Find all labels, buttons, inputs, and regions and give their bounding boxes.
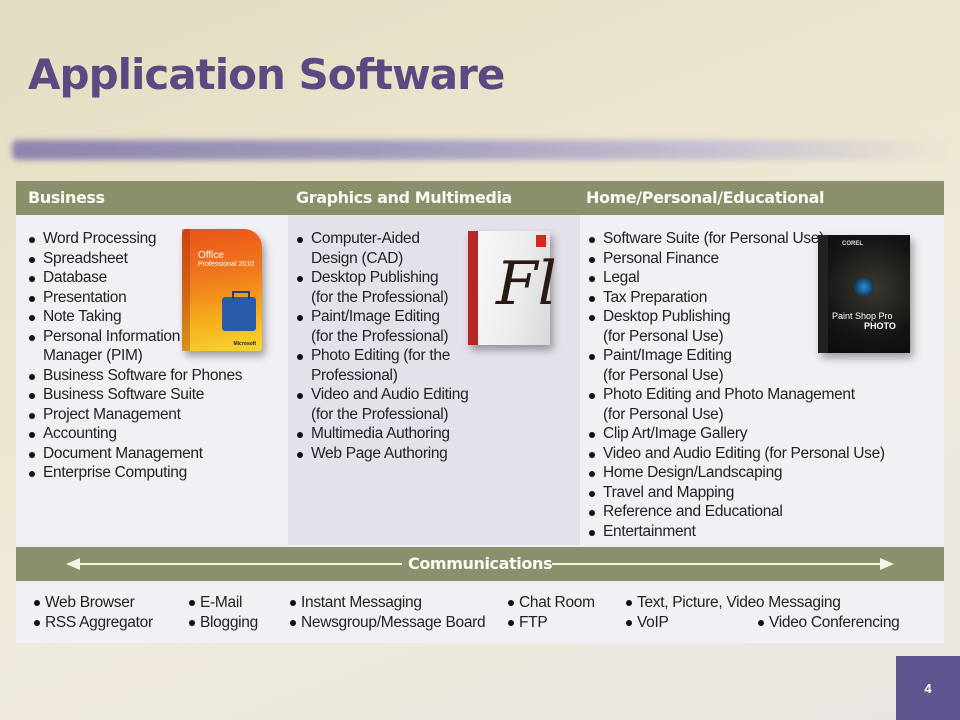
paintshop-box-label: Paint Shop Pro <box>832 311 893 321</box>
list-item: Enterprise Computing <box>28 463 242 483</box>
list-item: Document Management <box>28 444 242 464</box>
list-item: Business Software for Phones <box>28 366 243 386</box>
list-item: Business Software Suite <box>28 385 242 405</box>
graphics-multimedia-list: Computer-Aided Design (CAD) Desktop Publi… <box>296 229 469 464</box>
header-graphics-multimedia: Graphics and Multimedia <box>296 188 512 207</box>
list-item: Entertainment <box>588 522 885 542</box>
comm-item: Blogging <box>189 613 258 632</box>
flash-logo-glyph: Fl <box>496 249 557 319</box>
communications-list: Web Browser RSS Aggregator E-Mail Bloggi… <box>16 581 944 643</box>
list-item: Video and Audio Editing (for the Profess… <box>296 385 469 424</box>
arrow-line-right <box>552 563 882 565</box>
comm-item: Video Conferencing <box>758 613 900 632</box>
comm-item: E-Mail <box>189 593 242 612</box>
list-item: Paint/Image Editing (for the Professiona… <box>296 307 468 346</box>
communications-header-bar: Communications <box>16 547 944 581</box>
list-item: Clip Art/Image Gallery <box>588 424 885 444</box>
list-item: Reference and Educational <box>588 502 885 522</box>
list-item: Video and Audio Editing (for Personal Us… <box>588 444 885 464</box>
arrow-right-icon <box>880 558 894 570</box>
briefcase-icon <box>222 291 256 331</box>
list-item: Desktop Publishing (for the Professional… <box>296 268 468 307</box>
comm-item: Web Browser <box>34 593 135 612</box>
header-business: Business <box>28 188 105 207</box>
list-item: Home Design/Landscaping <box>588 463 885 483</box>
list-item: Photo Editing (for the Professional) <box>296 346 468 385</box>
list-item: Accounting <box>28 424 242 444</box>
column-home-personal-educational: Software Suite (for Personal Use) Persona… <box>580 215 944 545</box>
list-item: Computer-Aided Design (CAD) <box>296 229 468 268</box>
column-business: Word Processing Spreadsheet Database Presen… <box>16 215 288 545</box>
application-software-table: Business Graphics and Multimedia Home/Pe… <box>16 181 944 643</box>
camera-lens-icon <box>854 277 874 297</box>
adobe-flash-box-icon: Fl <box>468 231 557 345</box>
title-underline-bar <box>12 140 950 160</box>
list-item: Travel and Mapping <box>588 483 885 503</box>
slide-title: Application Software <box>28 50 505 99</box>
list-item: Web Page Authoring <box>296 444 468 464</box>
comm-item: Newsgroup/Message Board <box>290 613 486 632</box>
comm-item: Instant Messaging <box>290 593 422 612</box>
header-home-personal-educational: Home/Personal/Educational <box>586 188 825 207</box>
paintshop-box-sublabel: PHOTO <box>864 321 896 331</box>
comm-item: FTP <box>508 613 548 632</box>
list-item: Project Management <box>28 405 242 425</box>
comm-item: Chat Room <box>508 593 595 612</box>
category-header-row: Business Graphics and Multimedia Home/Pe… <box>16 181 944 215</box>
corel-logo: COREL <box>842 241 863 247</box>
comm-item: VoIP <box>626 613 669 632</box>
office-box-label: Office <box>198 250 224 261</box>
page-number-badge: 4 <box>896 656 960 720</box>
office-box-sublabel: Professional 2010 <box>198 261 255 268</box>
column-graphics-multimedia: Computer-Aided Design (CAD) Desktop Publi… <box>288 215 580 545</box>
list-item: Multimedia Authoring <box>296 424 468 444</box>
list-item: Photo Editing and Photo Management (for … <box>588 385 885 424</box>
paintshop-pro-photo-box-icon: COREL Paint Shop Pro PHOTO <box>818 235 910 353</box>
comm-item: Text, Picture, Video Messaging <box>626 593 841 612</box>
office-professional-box-icon: Office Professional 2010 Microsoft <box>182 229 262 351</box>
communications-header: Communications <box>408 554 553 573</box>
microsoft-logo: Microsoft <box>233 341 257 347</box>
comm-item: RSS Aggregator <box>34 613 153 632</box>
arrow-line-left <box>78 563 402 565</box>
